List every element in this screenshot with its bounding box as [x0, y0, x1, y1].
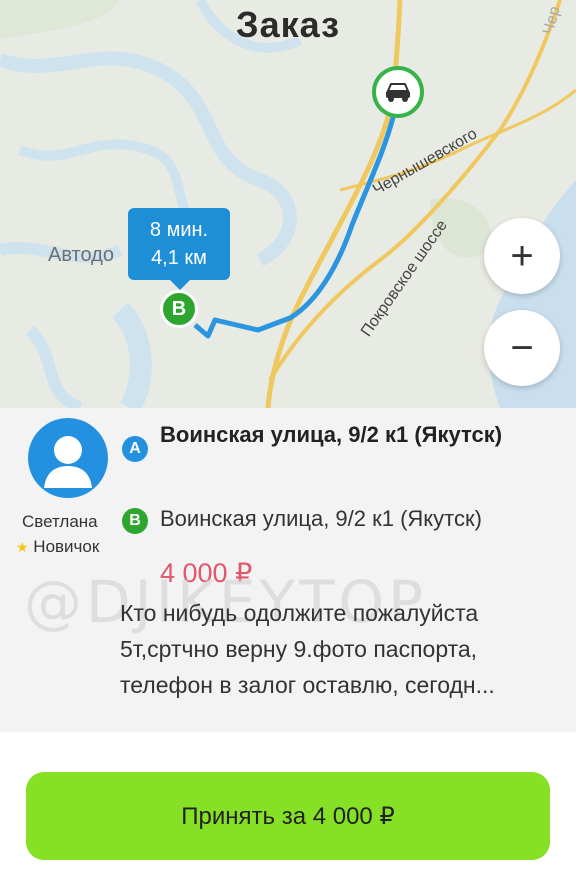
user-icon — [44, 436, 92, 488]
page-title: Заказ — [236, 4, 340, 45]
order-comment: Кто нибудь одолжите пожалуйста 5т,сртчно… — [120, 600, 495, 698]
eta-time: 8 мин. — [149, 219, 209, 241]
destination-pin-b: B — [160, 290, 198, 328]
place-label: Автодо — [48, 244, 114, 266]
car-marker[interactable] — [372, 66, 424, 118]
destination-address: Воинская улица, 9/2 к1 (Якутск) — [160, 506, 482, 531]
plus-icon: + — [510, 234, 534, 278]
point-b-badge: B — [122, 508, 148, 534]
client-rank: ★ Новичок — [16, 537, 99, 557]
eta-distance: 4,1 км — [151, 247, 207, 269]
client-rank-label: Новичок — [33, 537, 100, 556]
accept-order-button[interactable]: Принять за 4 000 ₽ — [26, 772, 550, 860]
zoom-out-button[interactable]: − — [484, 310, 560, 386]
minus-icon: − — [510, 326, 534, 370]
point-a-badge: A — [122, 436, 148, 462]
star-icon: ★ — [16, 539, 29, 555]
map-view[interactable]: Заказ Автодо Чернышевского Покровское шо… — [0, 0, 576, 408]
avatar — [28, 418, 108, 498]
zoom-in-button[interactable]: + — [484, 218, 560, 294]
pickup-address: Воинская улица, 9/2 к1 (Якутск) — [160, 422, 503, 447]
eta-bubble: 8 мин. 4,1 км — [128, 208, 230, 290]
client-name: Светлана — [22, 512, 98, 531]
car-icon — [386, 83, 410, 102]
